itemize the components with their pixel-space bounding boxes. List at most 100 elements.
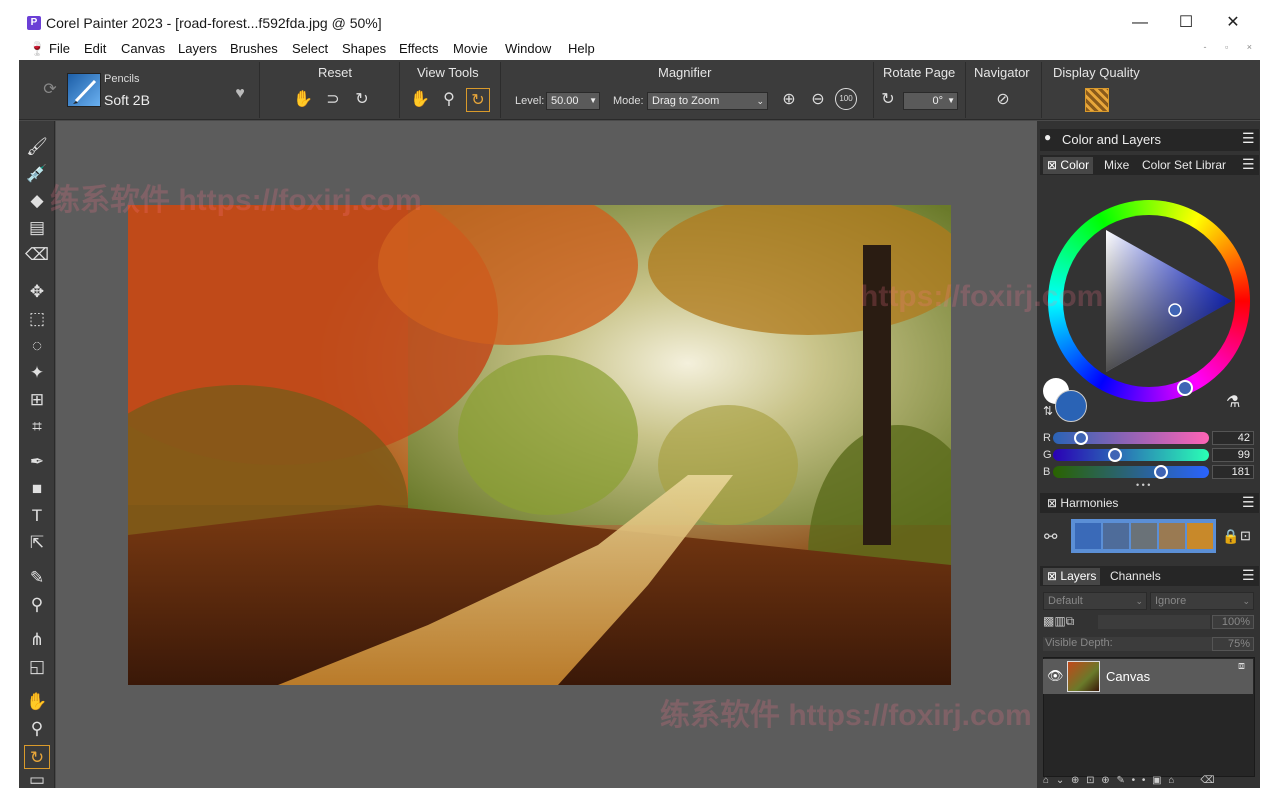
perspective-tool-icon[interactable]: ◱: [24, 655, 50, 679]
menu-help[interactable]: Help: [568, 41, 595, 56]
cloner-tool-icon[interactable]: ✎: [24, 566, 50, 590]
green-value[interactable]: 99: [1212, 448, 1254, 462]
rotate-page-tool-icon[interactable]: ↻: [24, 745, 50, 769]
brush-tool-icon[interactable]: 🖌: [24, 135, 50, 159]
red-slider-knob[interactable]: [1074, 431, 1088, 445]
visibility-eye-icon[interactable]: 👁: [1047, 668, 1064, 684]
brush-variant-thumbnail[interactable]: [67, 73, 101, 107]
menu-edit[interactable]: Edit: [84, 41, 106, 56]
zoom-level-field[interactable]: 50.00 ▼: [546, 92, 600, 110]
close-tab-icon[interactable]: ⊠: [1047, 496, 1057, 510]
display-quality-icon[interactable]: [1085, 88, 1109, 112]
menu-window[interactable]: Window: [505, 41, 551, 56]
menu-file[interactable]: File: [49, 41, 70, 56]
gradient-tool-icon[interactable]: ▤: [24, 216, 50, 240]
brush-category-label[interactable]: Pencils: [104, 73, 139, 85]
brush-variant-label[interactable]: Soft 2B: [104, 92, 150, 108]
green-slider-knob[interactable]: [1108, 448, 1122, 462]
harmony-swatch[interactable]: [1075, 523, 1101, 549]
reset-grabber-icon[interactable]: ✋: [291, 88, 315, 112]
dropper-tool-icon[interactable]: 💉: [24, 162, 50, 186]
saturation-value-triangle[interactable]: [1048, 200, 1250, 402]
main-color-swatch[interactable]: [1055, 390, 1087, 422]
recent-brush-icon[interactable]: ⟳: [38, 78, 62, 102]
menu-layers[interactable]: Layers: [178, 41, 217, 56]
green-slider[interactable]: [1053, 448, 1209, 462]
opacity-value[interactable]: 100%: [1212, 615, 1254, 629]
zoom-out-icon[interactable]: ⊖: [806, 88, 830, 112]
mirror-tool-icon[interactable]: ⋔: [24, 628, 50, 652]
shape-selection-tool-icon[interactable]: ⇱: [24, 531, 50, 555]
rotate-angle-field[interactable]: 0° ▼: [903, 92, 958, 110]
eraser-tool-icon[interactable]: ⌫: [24, 243, 50, 267]
text-tool-icon[interactable]: T: [24, 504, 50, 528]
more-options-icon[interactable]: • • •: [1136, 480, 1150, 490]
visible-depth-value[interactable]: 75%: [1212, 637, 1254, 651]
lasso-tool-icon[interactable]: ◌: [24, 334, 50, 358]
menu-icon[interactable]: ☰: [1242, 156, 1255, 173]
maximize-button[interactable]: ☐: [1163, 8, 1209, 38]
close-button[interactable]: ✕: [1210, 8, 1256, 38]
app-menu-icon[interactable]: 🍷: [29, 41, 45, 57]
harmony-swatch[interactable]: [1131, 523, 1157, 549]
tab-color[interactable]: ⊠ Color: [1043, 157, 1094, 174]
blue-value[interactable]: 181: [1212, 465, 1254, 479]
tab-harmonies[interactable]: ⊠ Harmonies: [1043, 495, 1122, 512]
menu-brushes[interactable]: Brushes: [230, 41, 278, 56]
menu-select[interactable]: Select: [292, 41, 328, 56]
close-tab-icon[interactable]: ⊠: [1047, 158, 1057, 172]
rubber-stamp-tool-icon[interactable]: ⚲: [24, 593, 50, 617]
rectangle-select-tool-icon[interactable]: ⬚: [24, 307, 50, 331]
menu-effects[interactable]: Effects: [399, 41, 439, 56]
menu-shapes[interactable]: Shapes: [342, 41, 386, 56]
grabber-tool-icon[interactable]: ✋: [24, 690, 50, 714]
tab-mixer[interactable]: Mixe: [1100, 157, 1136, 174]
composite-depth-dropdown[interactable]: Ignore ⌄: [1150, 592, 1254, 610]
rotate-page-tool-icon[interactable]: ↻: [466, 88, 490, 112]
red-slider[interactable]: [1053, 431, 1209, 445]
menu-movie[interactable]: Movie: [453, 41, 488, 56]
favorite-heart-icon[interactable]: ♥: [228, 82, 252, 106]
minimize-button[interactable]: —: [1117, 8, 1163, 38]
close-tab-icon[interactable]: ⊠: [1047, 569, 1057, 583]
harmony-swatch[interactable]: [1103, 523, 1129, 549]
blue-slider-knob[interactable]: [1154, 465, 1168, 479]
swap-colors-icon[interactable]: ⇅: [1043, 404, 1053, 418]
blue-slider[interactable]: [1053, 465, 1209, 479]
paint-bucket-tool-icon[interactable]: ◆: [24, 189, 50, 213]
harmony-swatch[interactable]: [1159, 523, 1185, 549]
layers-bottom-toolbar[interactable]: ⌂ ⌄ ⊕ ⊡ ⊕ ✎ • • ▣ ⌂ ⌫: [1043, 775, 1216, 786]
color-variability-icon[interactable]: ⚗: [1226, 392, 1240, 412]
tab-layers[interactable]: ⊠ Layers: [1043, 568, 1101, 585]
magnifier-tool-icon[interactable]: ⚲: [437, 88, 461, 112]
harmony-swatch[interactable]: [1187, 523, 1213, 549]
reset-zoom-icon[interactable]: ⊃: [321, 88, 345, 112]
document-canvas[interactable]: [128, 205, 951, 685]
pen-tool-icon[interactable]: ✒: [24, 450, 50, 474]
layer-options-icons[interactable]: ▩▥⧉: [1043, 614, 1074, 629]
selection-adjuster-tool-icon[interactable]: ⊞: [24, 388, 50, 412]
layer-row-canvas[interactable]: 👁 Canvas ⧈: [1043, 659, 1253, 694]
red-value[interactable]: 42: [1212, 431, 1254, 445]
zoom-in-icon[interactable]: ⊕: [777, 88, 801, 112]
harmony-link-icon[interactable]: ⚯: [1044, 527, 1057, 547]
new-harmony-icon[interactable]: ⊡: [1240, 528, 1251, 544]
crop-tool-icon[interactable]: ⌗: [24, 415, 50, 439]
opacity-slider[interactable]: [1098, 615, 1210, 629]
rotate-reset-icon[interactable]: ↻: [876, 88, 900, 112]
menu-icon[interactable]: ☰: [1242, 130, 1255, 147]
magnifier-tool-icon[interactable]: ⚲: [24, 717, 50, 741]
color-and-layers-palette-header[interactable]: ● Color and Layers ☰: [1040, 129, 1259, 151]
reset-rotate-icon[interactable]: ↻: [350, 88, 374, 112]
document-window-controls[interactable]: - ▫ ×: [1204, 42, 1260, 52]
shape-tool-icon[interactable]: ■: [24, 477, 50, 501]
menu-icon[interactable]: ☰: [1242, 494, 1255, 511]
layer-adjuster-tool-icon[interactable]: ✥: [24, 280, 50, 304]
menu-icon[interactable]: ☰: [1242, 567, 1255, 584]
tab-channels[interactable]: Channels: [1106, 568, 1165, 585]
paper-swatch-icon[interactable]: ▭: [24, 771, 50, 788]
menu-canvas[interactable]: Canvas: [121, 41, 165, 56]
composite-method-dropdown[interactable]: Default ⌄: [1043, 592, 1147, 610]
tab-color-set-libraries[interactable]: Color Set Librar: [1138, 157, 1236, 174]
layer-name[interactable]: Canvas: [1106, 669, 1150, 684]
